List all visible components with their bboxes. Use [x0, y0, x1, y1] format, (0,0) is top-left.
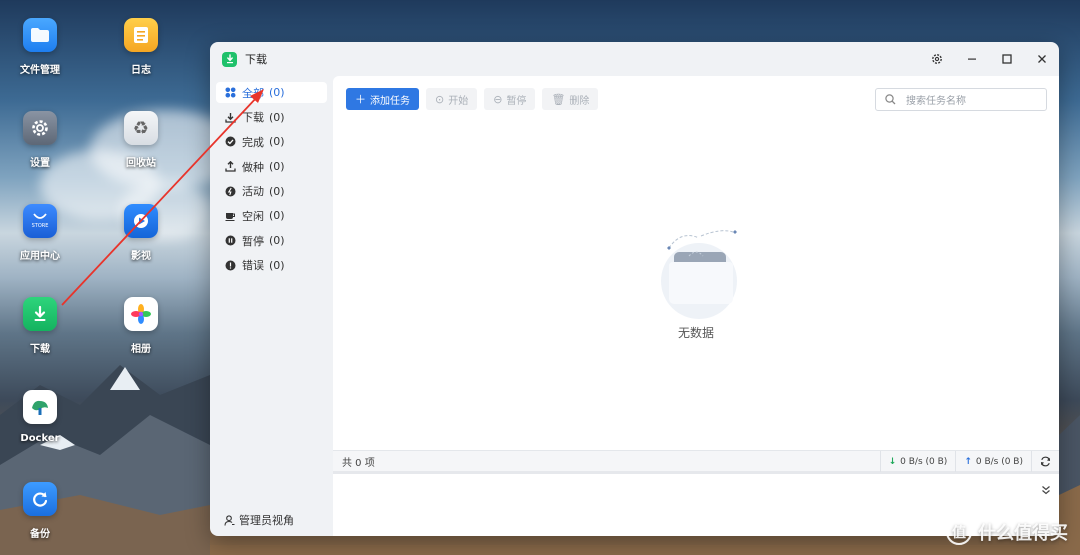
annotation-arrow: [61, 89, 264, 306]
watermark-text: 什么值得买: [978, 523, 1068, 544]
watermark: 值 什么值得买: [946, 519, 1068, 545]
watermark-logo-icon: 值: [946, 519, 972, 545]
